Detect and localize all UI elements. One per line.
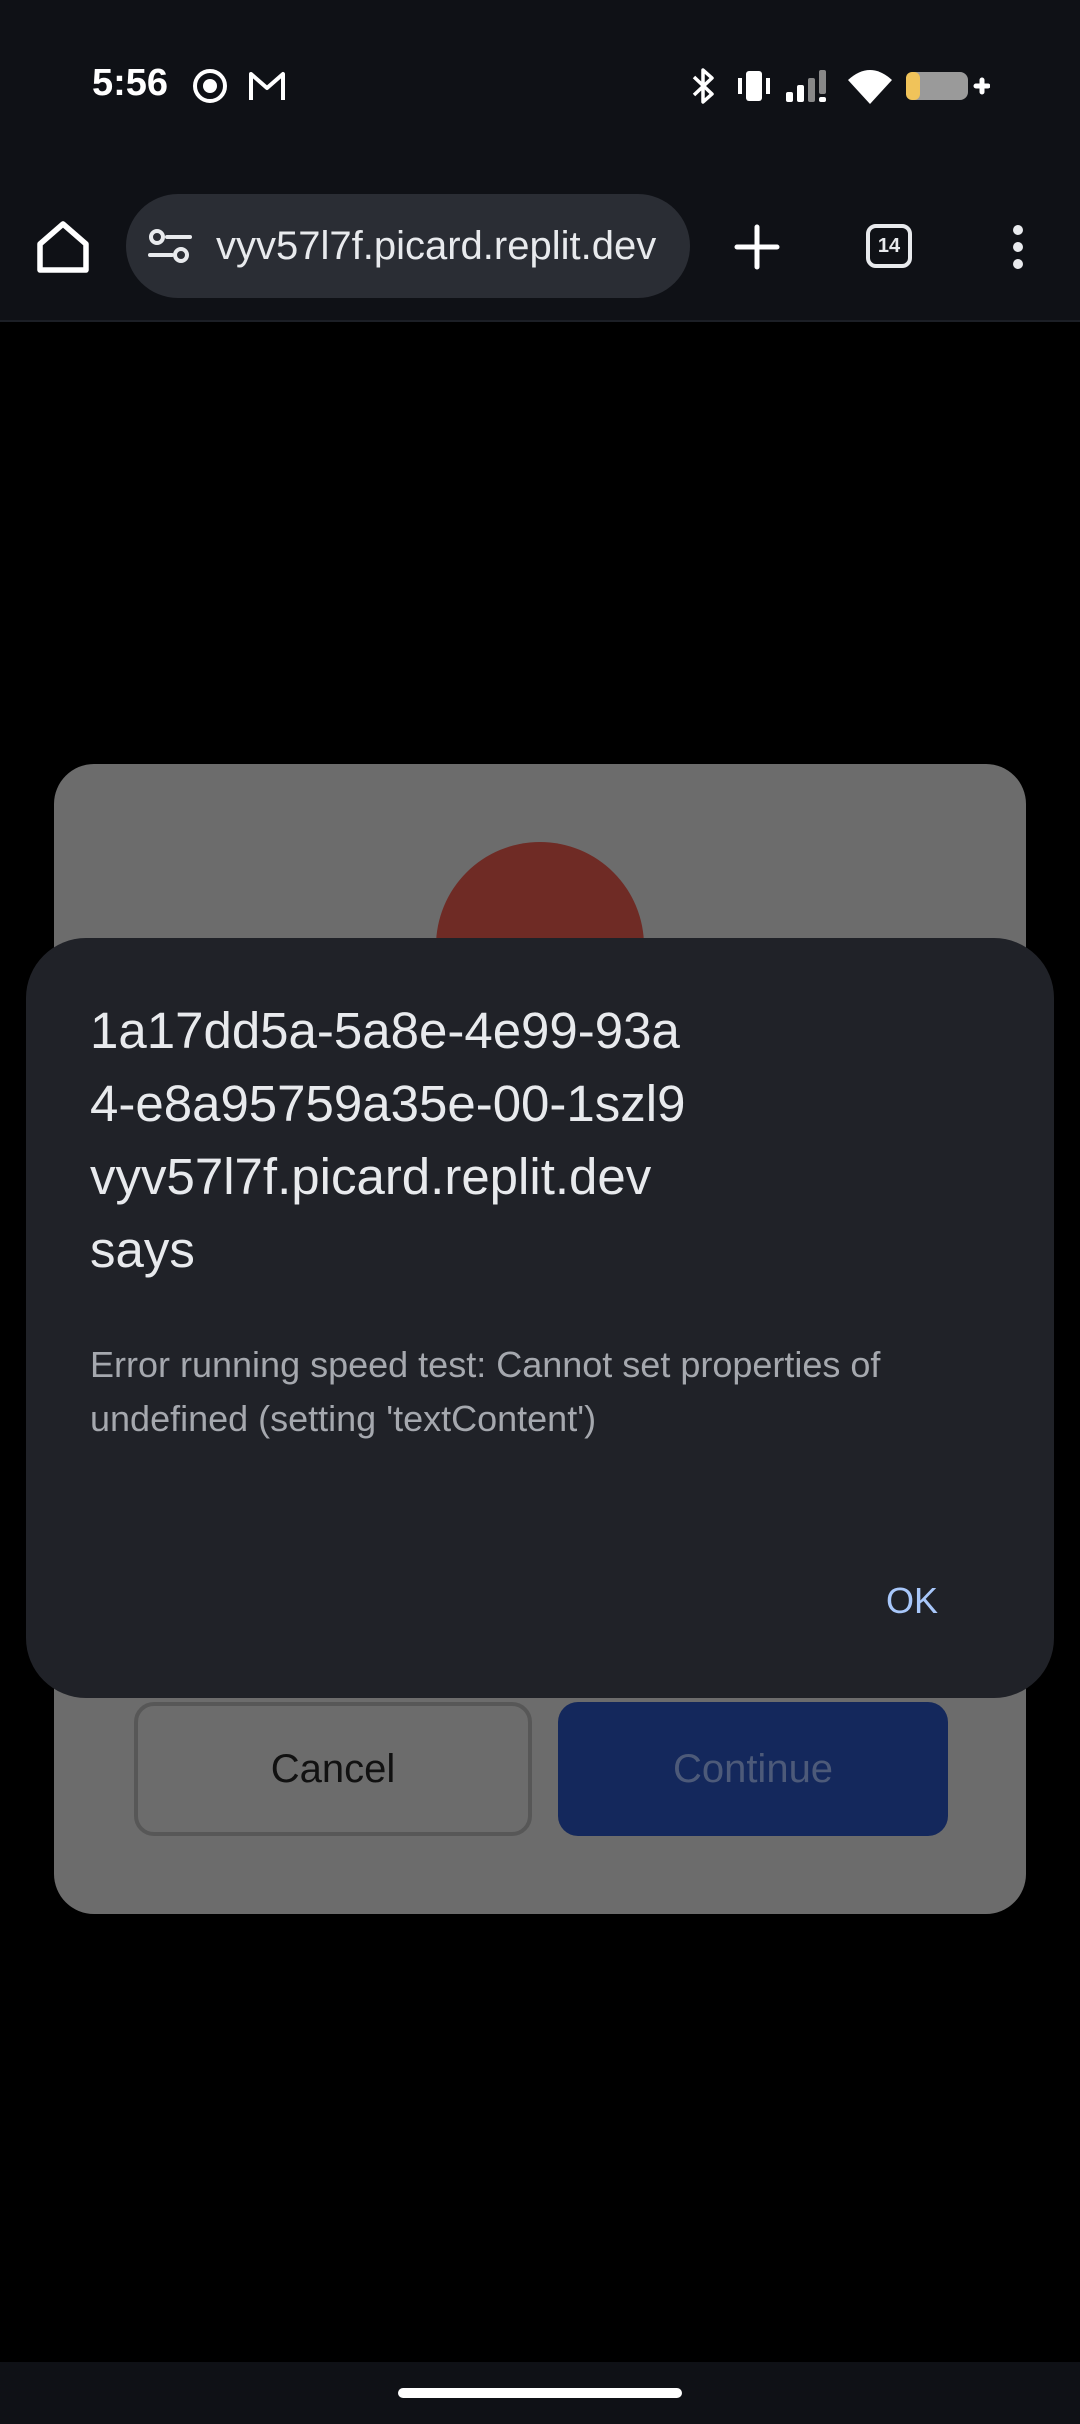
signal-icon	[786, 70, 826, 102]
status-time: 5:56	[92, 62, 169, 104]
screen-record-icon	[193, 69, 227, 103]
background-continue-button: Continue	[558, 1702, 948, 1836]
wifi-icon	[848, 70, 892, 104]
tune-icon[interactable]	[148, 226, 192, 266]
tab-switcher-button[interactable]: 14	[866, 224, 912, 268]
alert-message: Error running speed test: Cannot set pro…	[90, 1344, 881, 1439]
status-bar: 5:56	[0, 0, 1080, 180]
address-bar[interactable]: vyv57l7f.picard.replit.dev	[126, 194, 690, 298]
alert-title: 1a17dd5a-5a8e-4e99-93a 4-e8a95759a35e-00…	[90, 994, 850, 1286]
background-cancel-button: Cancel	[134, 1702, 532, 1836]
gmail-icon	[249, 72, 285, 100]
ok-button[interactable]: OK	[852, 1564, 972, 1638]
alert-title-line: says	[90, 1221, 195, 1278]
more-vert-icon[interactable]	[1008, 222, 1028, 272]
alert-title-line: 4-e8a95759a35e-00-1szl9	[90, 1075, 686, 1132]
vibrate-icon	[738, 71, 770, 101]
alert-title-line: 1a17dd5a-5a8e-4e99-93a	[90, 1002, 680, 1059]
browser-toolbar: vyv57l7f.picard.replit.dev 14	[0, 180, 1080, 322]
url-text[interactable]: vyv57l7f.picard.replit.dev	[216, 224, 656, 269]
gesture-handle[interactable]	[398, 2388, 682, 2398]
alert-dialog: 1a17dd5a-5a8e-4e99-93a 4-e8a95759a35e-00…	[26, 938, 1054, 1698]
bluetooth-icon	[692, 68, 714, 104]
plus-icon[interactable]	[732, 222, 782, 272]
home-icon[interactable]	[30, 214, 96, 280]
battery-charging-icon	[906, 72, 990, 100]
alert-title-line: vyv57l7f.picard.replit.dev	[90, 1148, 652, 1205]
